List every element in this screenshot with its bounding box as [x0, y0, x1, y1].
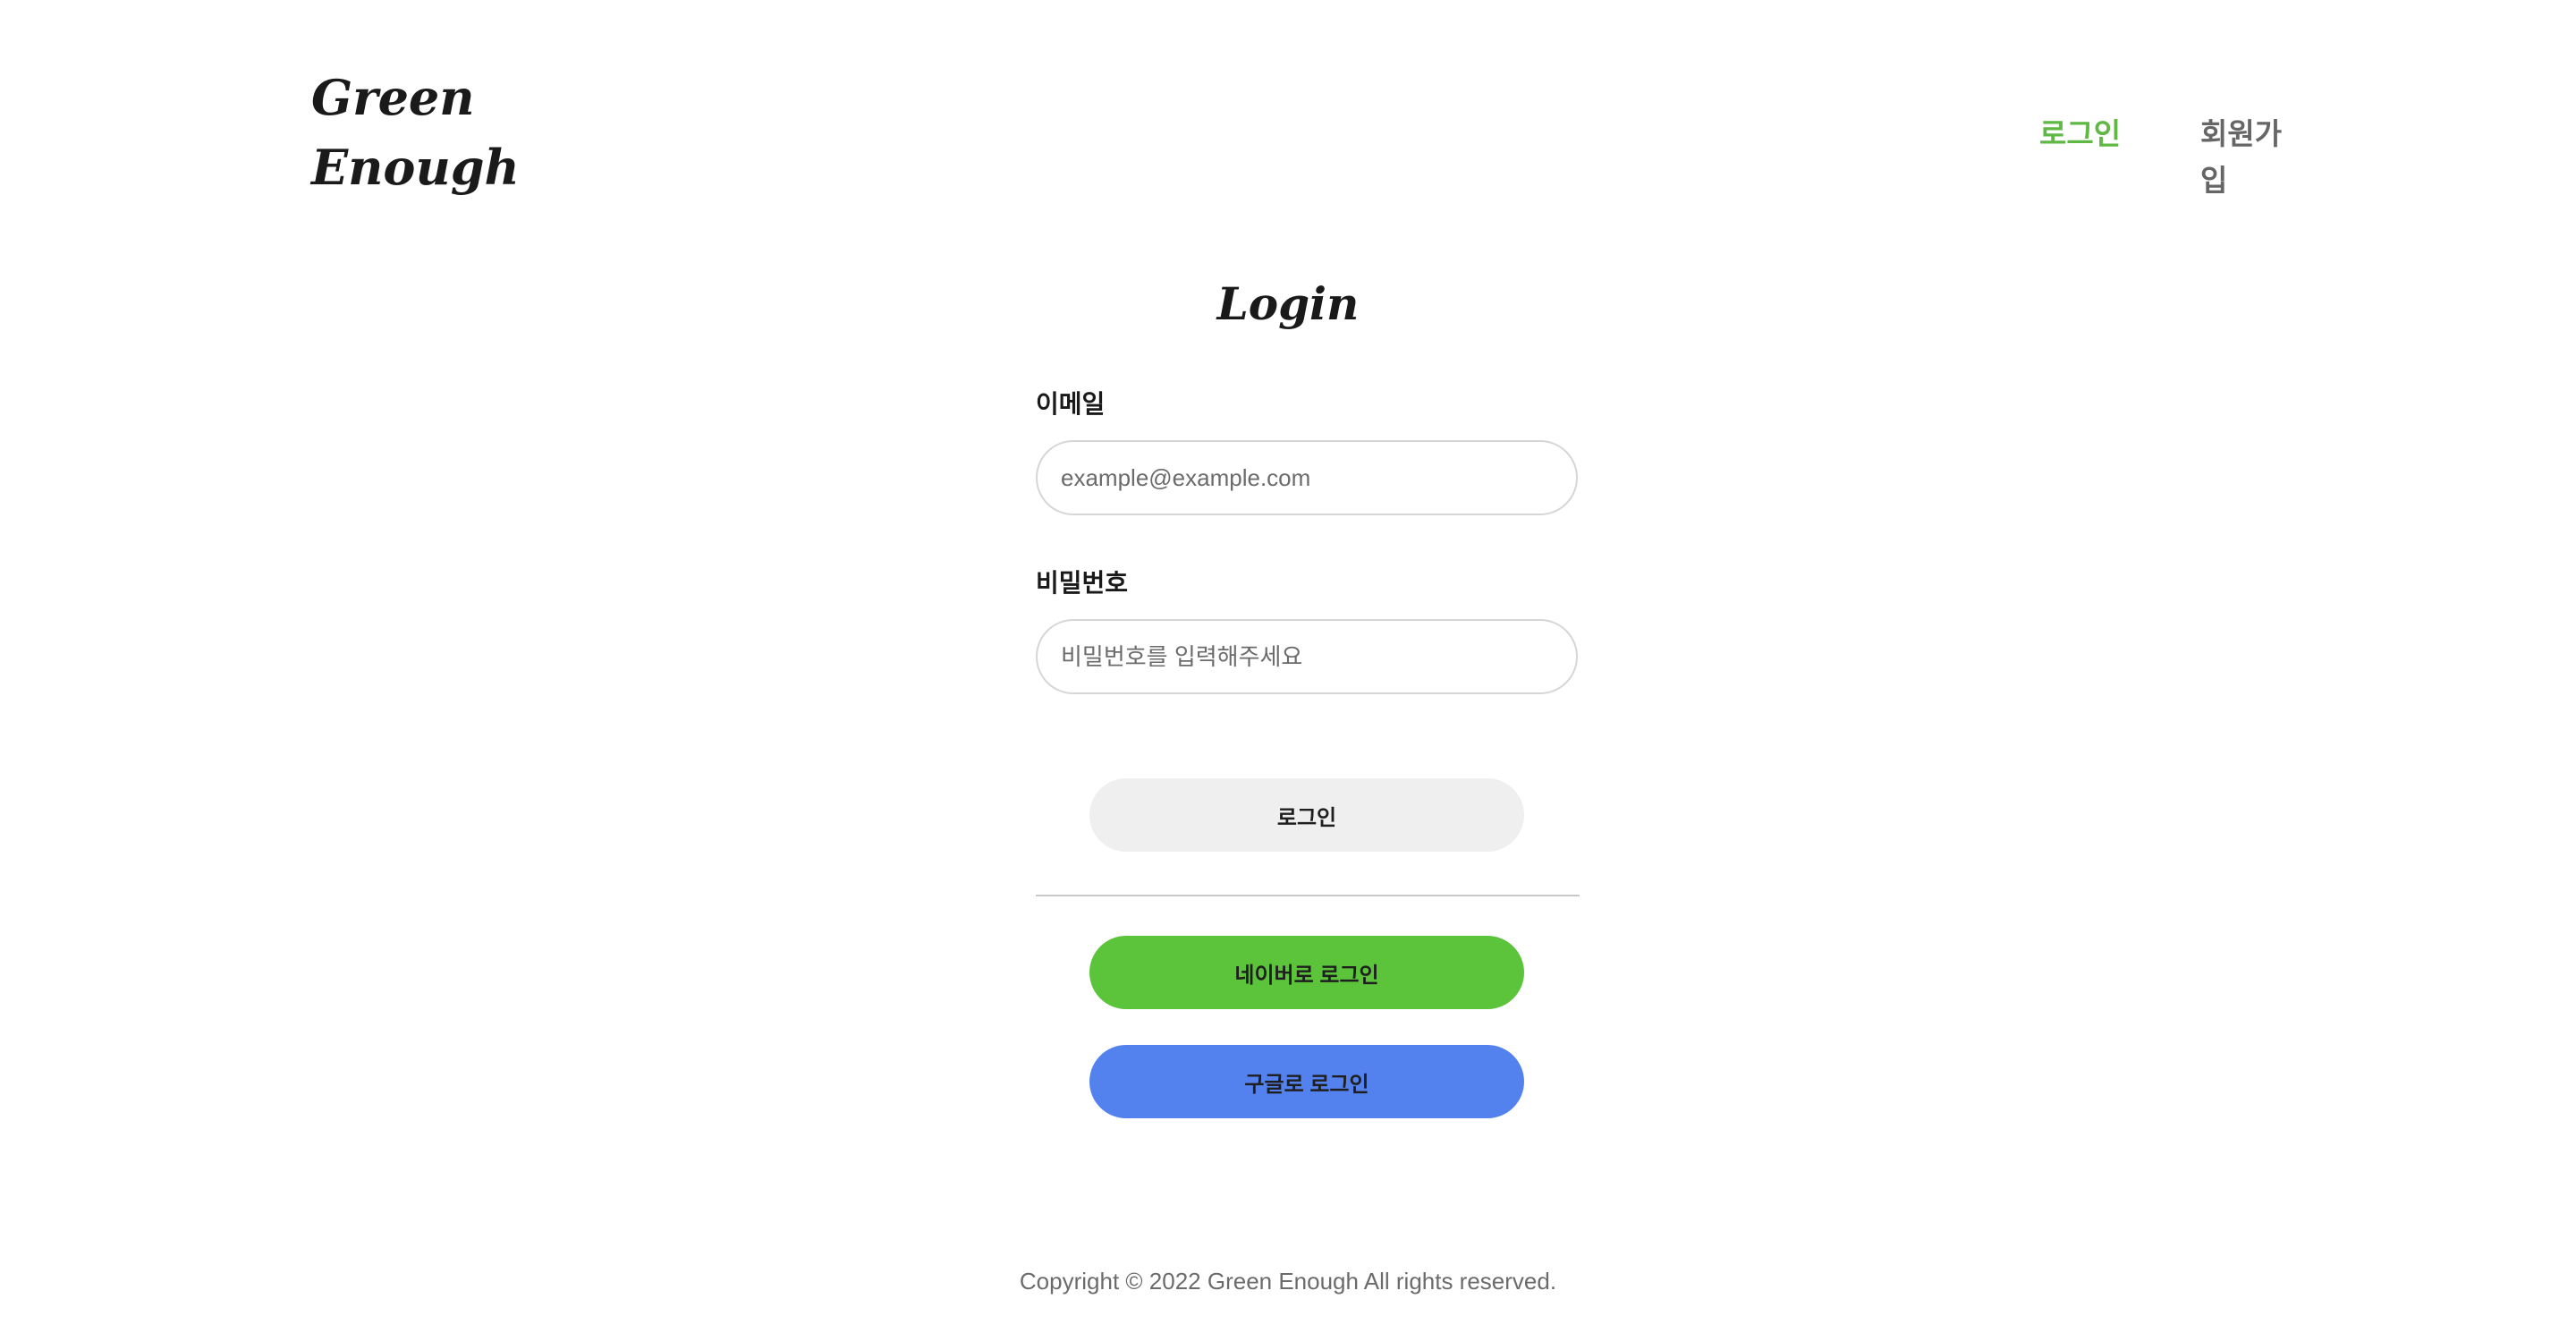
google-login-button[interactable]: 구글로 로그인 — [1089, 1045, 1524, 1118]
divider — [1036, 895, 1580, 896]
login-button[interactable]: 로그인 — [1089, 778, 1524, 852]
top-nav: 로그인 회원가입 — [1968, 111, 2304, 197]
email-label: 이메일 — [1036, 390, 1106, 418]
password-input[interactable] — [1036, 619, 1578, 694]
logo[interactable]: Green Enough — [311, 63, 520, 202]
logo-line-1: Green — [311, 69, 475, 126]
footer-copyright: Copyright © 2022 Green Enough All rights… — [1019, 1268, 1557, 1295]
naver-login-button[interactable]: 네이버로 로그인 — [1089, 936, 1524, 1009]
nav-signup-link[interactable]: 회원가입 — [2200, 111, 2304, 204]
password-label: 비밀번호 — [1036, 569, 1129, 597]
page-title: Login — [1216, 277, 1360, 330]
logo-line-2: Enough — [311, 139, 520, 196]
email-input[interactable] — [1036, 440, 1578, 515]
nav-login-link[interactable]: 로그인 — [2039, 111, 2121, 157]
